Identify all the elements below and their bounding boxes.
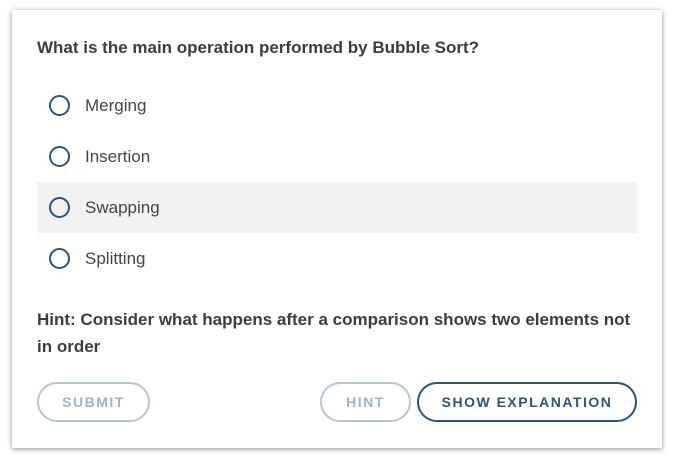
show-explanation-button[interactable]: Show Explanation	[417, 382, 637, 422]
option-label: Swapping	[85, 197, 160, 217]
radio-button[interactable]	[49, 146, 70, 167]
option-label: Splitting	[85, 248, 146, 268]
radio-button[interactable]	[49, 197, 70, 218]
option-label: Insertion	[85, 146, 151, 166]
option-merging[interactable]: Merging	[37, 80, 637, 131]
radio-button[interactable]	[49, 95, 70, 116]
submit-button[interactable]: Submit	[37, 382, 150, 422]
hint-text: Hint: Consider what happens after a comp…	[37, 310, 631, 356]
option-insertion[interactable]: Insertion	[37, 131, 637, 182]
quiz-card: What is the main operation performed by …	[12, 10, 662, 448]
radio-button[interactable]	[49, 248, 70, 269]
option-splitting[interactable]: Splitting	[37, 233, 637, 284]
option-label: Merging	[85, 95, 147, 115]
hint-button[interactable]: Hint	[320, 382, 411, 422]
answer-options: Merging Insertion Swapping Splitting	[37, 80, 637, 284]
question-text: What is the main operation performed by …	[37, 38, 480, 57]
option-swapping[interactable]: Swapping	[37, 182, 637, 233]
